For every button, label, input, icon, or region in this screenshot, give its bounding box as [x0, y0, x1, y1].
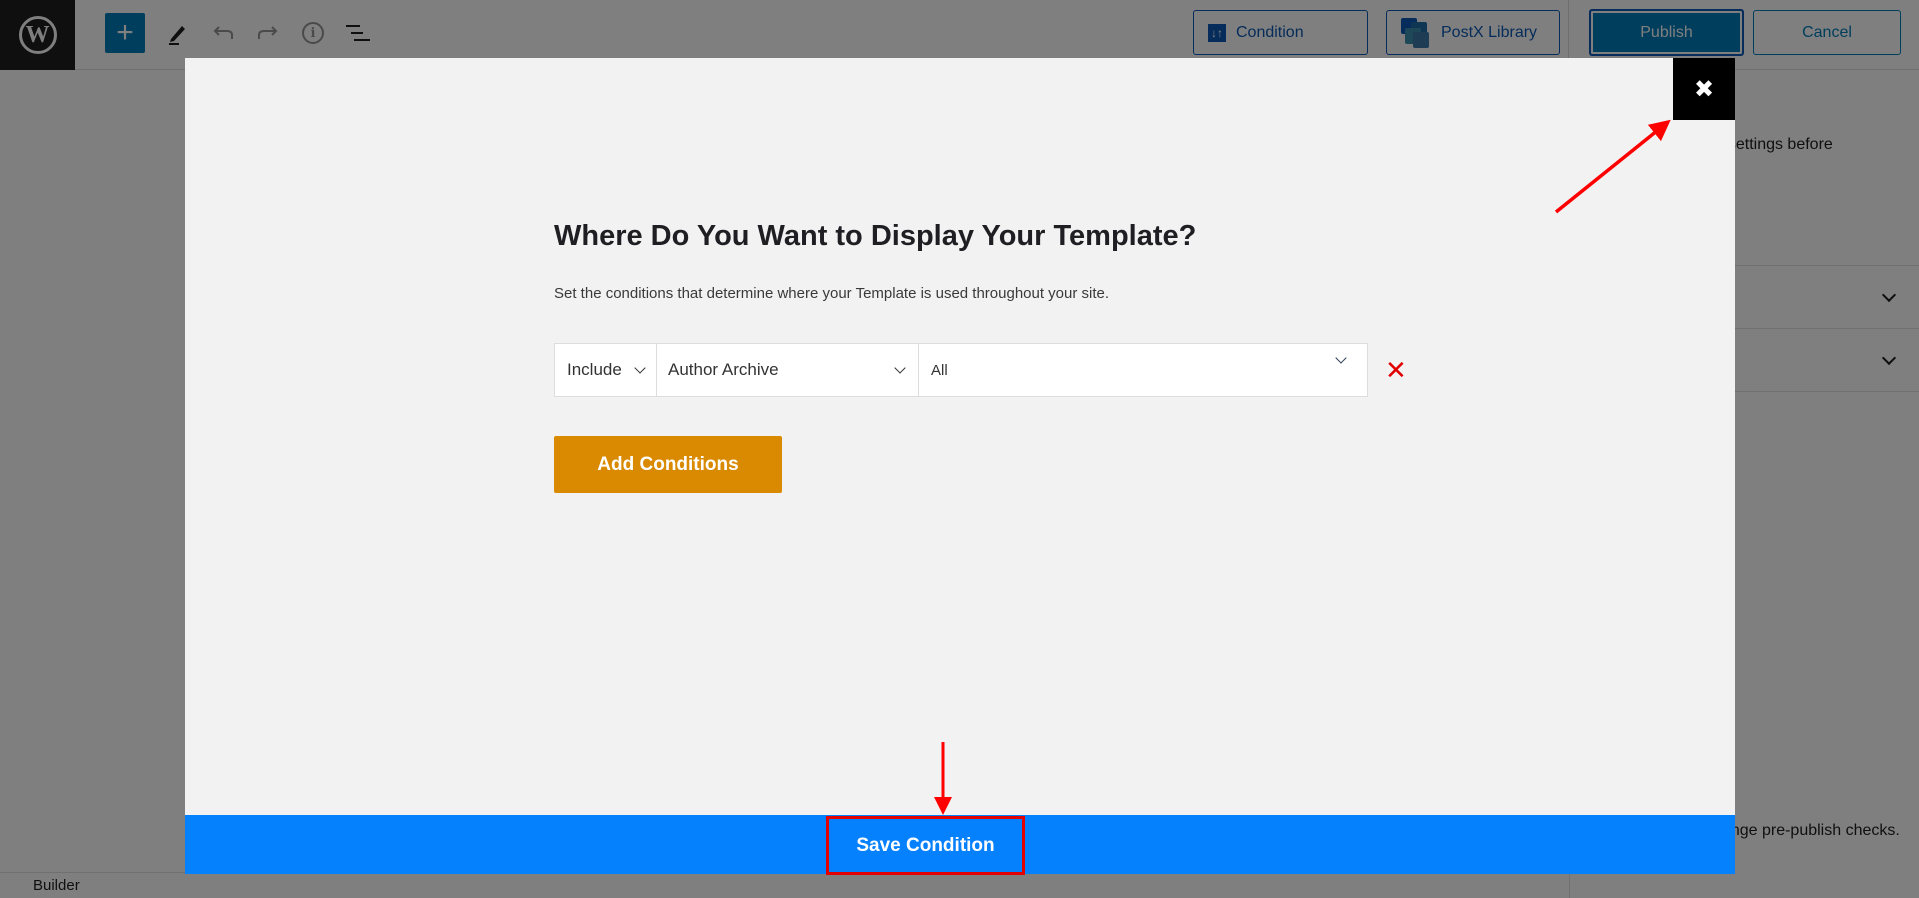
chevron-down-icon	[634, 362, 646, 374]
display-conditions-modal: ✖ Where Do You Want to Display Your Temp…	[185, 58, 1735, 875]
modal-title: Where Do You Want to Display Your Templa…	[554, 220, 1197, 252]
condition-value: All	[931, 361, 948, 379]
condition-type-value: Author Archive	[668, 360, 779, 379]
close-icon: ✖	[1693, 75, 1715, 103]
close-button[interactable]: ✖	[1673, 58, 1735, 120]
chevron-down-icon	[1335, 352, 1347, 364]
condition-type-select[interactable]: Author Archive	[657, 344, 919, 396]
save-condition-button[interactable]: Save Condition	[826, 816, 1025, 875]
condition-row: Include Author Archive All	[554, 343, 1368, 397]
modal-footer: Save Condition	[185, 815, 1735, 875]
remove-condition-icon[interactable]: ✕	[1385, 355, 1407, 385]
include-exclude-select[interactable]: Include	[555, 344, 657, 396]
modal-description: Set the conditions that determine where …	[554, 285, 1110, 302]
include-select-value: Include	[567, 360, 622, 379]
chevron-down-icon	[894, 362, 906, 374]
condition-value-select[interactable]: All	[919, 344, 1367, 396]
add-conditions-button[interactable]: Add Conditions	[554, 436, 782, 493]
